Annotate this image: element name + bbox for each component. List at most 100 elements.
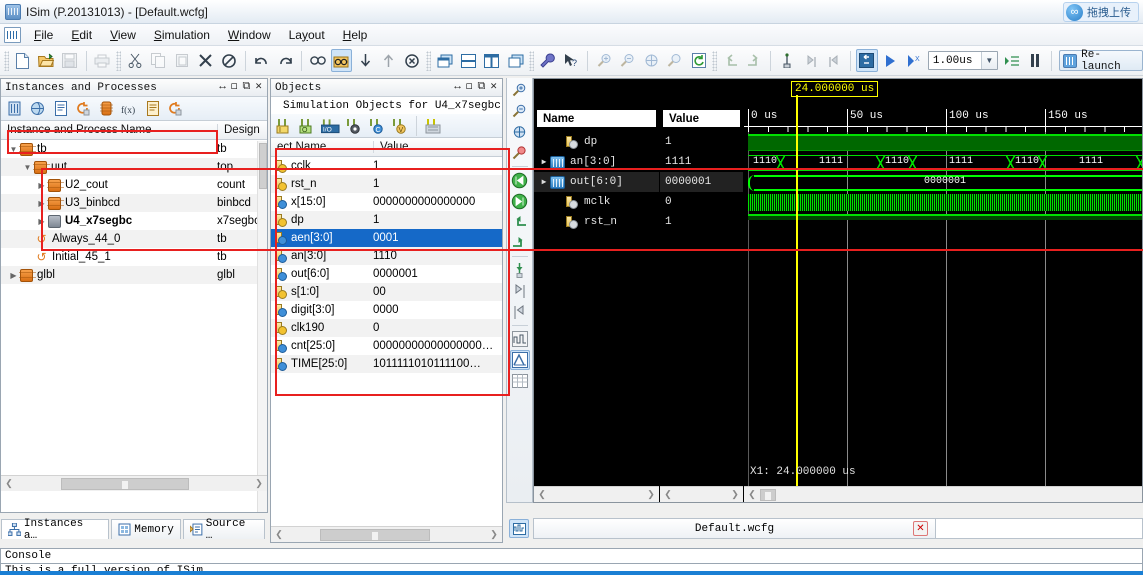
sim-time-combo[interactable]: 1.00us ▼ [927, 51, 998, 70]
stop-find-icon[interactable] [402, 49, 424, 72]
col-header-object-name[interactable]: ect Name [271, 141, 373, 153]
scroll-track[interactable] [17, 477, 251, 490]
tab-source-files[interactable]: Source … [182, 518, 265, 542]
toolbar-grip-2[interactable] [116, 50, 121, 71]
menu-simulation[interactable]: Simulation [145, 26, 219, 44]
print-icon[interactable] [91, 49, 113, 72]
wave-name-header[interactable]: Name [536, 109, 657, 128]
paste-icon[interactable] [171, 49, 193, 72]
wave-zoom-fit-icon[interactable] [510, 122, 530, 142]
wave-signal-row[interactable]: rst_n [534, 212, 659, 232]
collapse-twisty-icon[interactable]: ▶ [35, 217, 48, 226]
tab-instances-and-processes[interactable]: Instances a… [1, 518, 110, 542]
zoom-fit-icon[interactable] [640, 49, 662, 72]
zoom-region-icon[interactable] [664, 49, 686, 72]
zoom-in-icon[interactable] [593, 49, 615, 72]
close-wave-tab-icon[interactable]: ✕ [913, 521, 928, 536]
cut-icon[interactable] [124, 49, 146, 72]
wave-canvas[interactable]: 24.000000 us 0 us 50 us 100 us 150 us 11… [744, 79, 1142, 502]
tree-row-u2-cout[interactable]: ▶ U2_cout count [1, 176, 267, 194]
filter-output-ports-icon[interactable]: O [297, 116, 318, 136]
toggle-all-filters-icon[interactable] [423, 116, 444, 136]
show-design-units-icon[interactable] [27, 99, 48, 119]
wave-signal-row[interactable]: ▶ an[3:0] [534, 152, 659, 172]
object-row[interactable]: cnt[25:0] 00000000000000000… [271, 337, 502, 355]
show-functions-icon[interactable]: f(x) [119, 99, 140, 119]
save-file-icon[interactable] [59, 49, 81, 72]
scroll-track[interactable] [550, 488, 643, 501]
panel-resize-icon[interactable]: ↔ [219, 82, 226, 93]
next-transition-wave-icon[interactable] [510, 233, 530, 253]
tab-memory[interactable]: Memory [111, 519, 181, 539]
add-marker-wave-icon[interactable] [510, 260, 530, 280]
chevron-down-icon[interactable]: ▼ [980, 52, 997, 69]
objects-list[interactable]: cclk 1 rst_n 1 x[15:0] 0000000000000000 … [271, 157, 502, 497]
snap-to-transition-icon[interactable] [510, 329, 530, 349]
wave-cursor[interactable] [796, 95, 798, 502]
toolbar-grip-3[interactable] [426, 50, 431, 71]
instances-tree[interactable]: ▼ tb tb ▼ uut top ▶ U2_cout count ▶ U3_b… [1, 140, 267, 470]
scroll-left-arrow[interactable]: ❮ [744, 487, 760, 502]
panel-close-icon[interactable]: ✕ [490, 82, 497, 93]
prev-marker-icon[interactable] [800, 49, 822, 72]
panel-maximize-icon[interactable]: ◻ [466, 82, 473, 93]
show-processes-icon[interactable] [73, 99, 94, 119]
menu-window[interactable]: Window [219, 26, 280, 44]
object-row[interactable]: TIME[25:0] 1011111010111100… [271, 355, 502, 373]
scroll-track[interactable] [760, 488, 1142, 501]
pause-icon[interactable] [1024, 49, 1046, 72]
toolbar-grip[interactable] [4, 50, 9, 71]
no-entry-icon[interactable] [218, 49, 240, 72]
tile-vertical-icon[interactable] [481, 49, 503, 72]
instances-vertical-scrollbar[interactable] [257, 141, 267, 512]
filter-input-ports-icon[interactable]: I [274, 116, 295, 136]
copy-icon[interactable] [147, 49, 169, 72]
zoom-out-icon[interactable] [617, 49, 639, 72]
toggle-wave-ruler-icon[interactable] [509, 350, 530, 370]
object-row[interactable]: digit[3:0] 0000 [271, 301, 502, 319]
run-for-time-icon[interactable]: X [903, 49, 925, 72]
show-process-tree-icon[interactable] [165, 99, 186, 119]
object-row[interactable]: rst_n 1 [271, 175, 502, 193]
menu-help[interactable]: Help [334, 26, 377, 44]
filter-constants-icon[interactable]: C [366, 116, 387, 136]
relaunch-button[interactable]: Re-launch [1059, 49, 1143, 73]
restart-simulation-icon[interactable] [855, 49, 878, 72]
sim-time-value[interactable]: 1.00us [929, 55, 981, 67]
context-help-icon[interactable]: ? [561, 49, 583, 72]
wave-value-hscroll[interactable]: ❮ ❯ [660, 486, 743, 502]
wave-name-hscroll[interactable]: ❮ ❯ [534, 486, 659, 502]
wave-table-view-icon[interactable] [510, 371, 530, 391]
wave-value-header[interactable]: Value [662, 109, 741, 128]
scroll-right-arrow[interactable]: ❯ [727, 487, 743, 502]
wave-zoom-in-icon[interactable] [510, 80, 530, 100]
highlight-instance-icon[interactable] [96, 99, 117, 119]
filter-variables-icon[interactable]: V [389, 116, 410, 136]
object-row-selected[interactable]: aen[3:0] 0001 [271, 229, 502, 247]
wave-zoom-out-icon[interactable] [510, 101, 530, 121]
panel-restore-icon[interactable]: ⧉ [478, 82, 486, 93]
undo-icon[interactable] [251, 49, 273, 72]
add-marker-icon[interactable] [776, 49, 798, 72]
next-marker-icon[interactable] [823, 49, 845, 72]
object-row[interactable]: an[3:0] 1110 [271, 247, 502, 265]
prev-marker-wave-icon[interactable] [510, 281, 530, 301]
tree-row-always-44-0[interactable]: ↺ Always_44_0 tb [1, 230, 267, 248]
scroll-track[interactable] [287, 528, 486, 541]
wave-time-ruler[interactable]: 0 us 50 us 100 us 150 us [744, 109, 1142, 132]
settings-wrench-icon[interactable] [537, 49, 559, 72]
expand-twisty-icon[interactable]: ▶ [538, 157, 550, 167]
col-header-instance-name[interactable]: Instance and Process Name [1, 124, 217, 136]
instances-horizontal-scrollbar[interactable]: ❮ ❯ [1, 475, 267, 491]
upload-button[interactable]: 拖拽上传 [1063, 2, 1139, 22]
tile-horizontal-icon[interactable] [457, 49, 479, 72]
wave-file-tab[interactable]: Default.wcfg [533, 518, 936, 539]
col-header-object-value[interactable]: Value [373, 141, 502, 153]
scroll-thumb[interactable] [259, 143, 267, 189]
show-instances-icon[interactable] [4, 99, 25, 119]
scroll-right-arrow[interactable]: ❯ [643, 487, 659, 502]
wave-signal-row[interactable]: mclk [534, 192, 659, 212]
object-row[interactable]: s[1:0] 00 [271, 283, 502, 301]
next-transition-icon[interactable] [744, 49, 766, 72]
panel-maximize-icon[interactable]: ◻ [231, 82, 238, 93]
